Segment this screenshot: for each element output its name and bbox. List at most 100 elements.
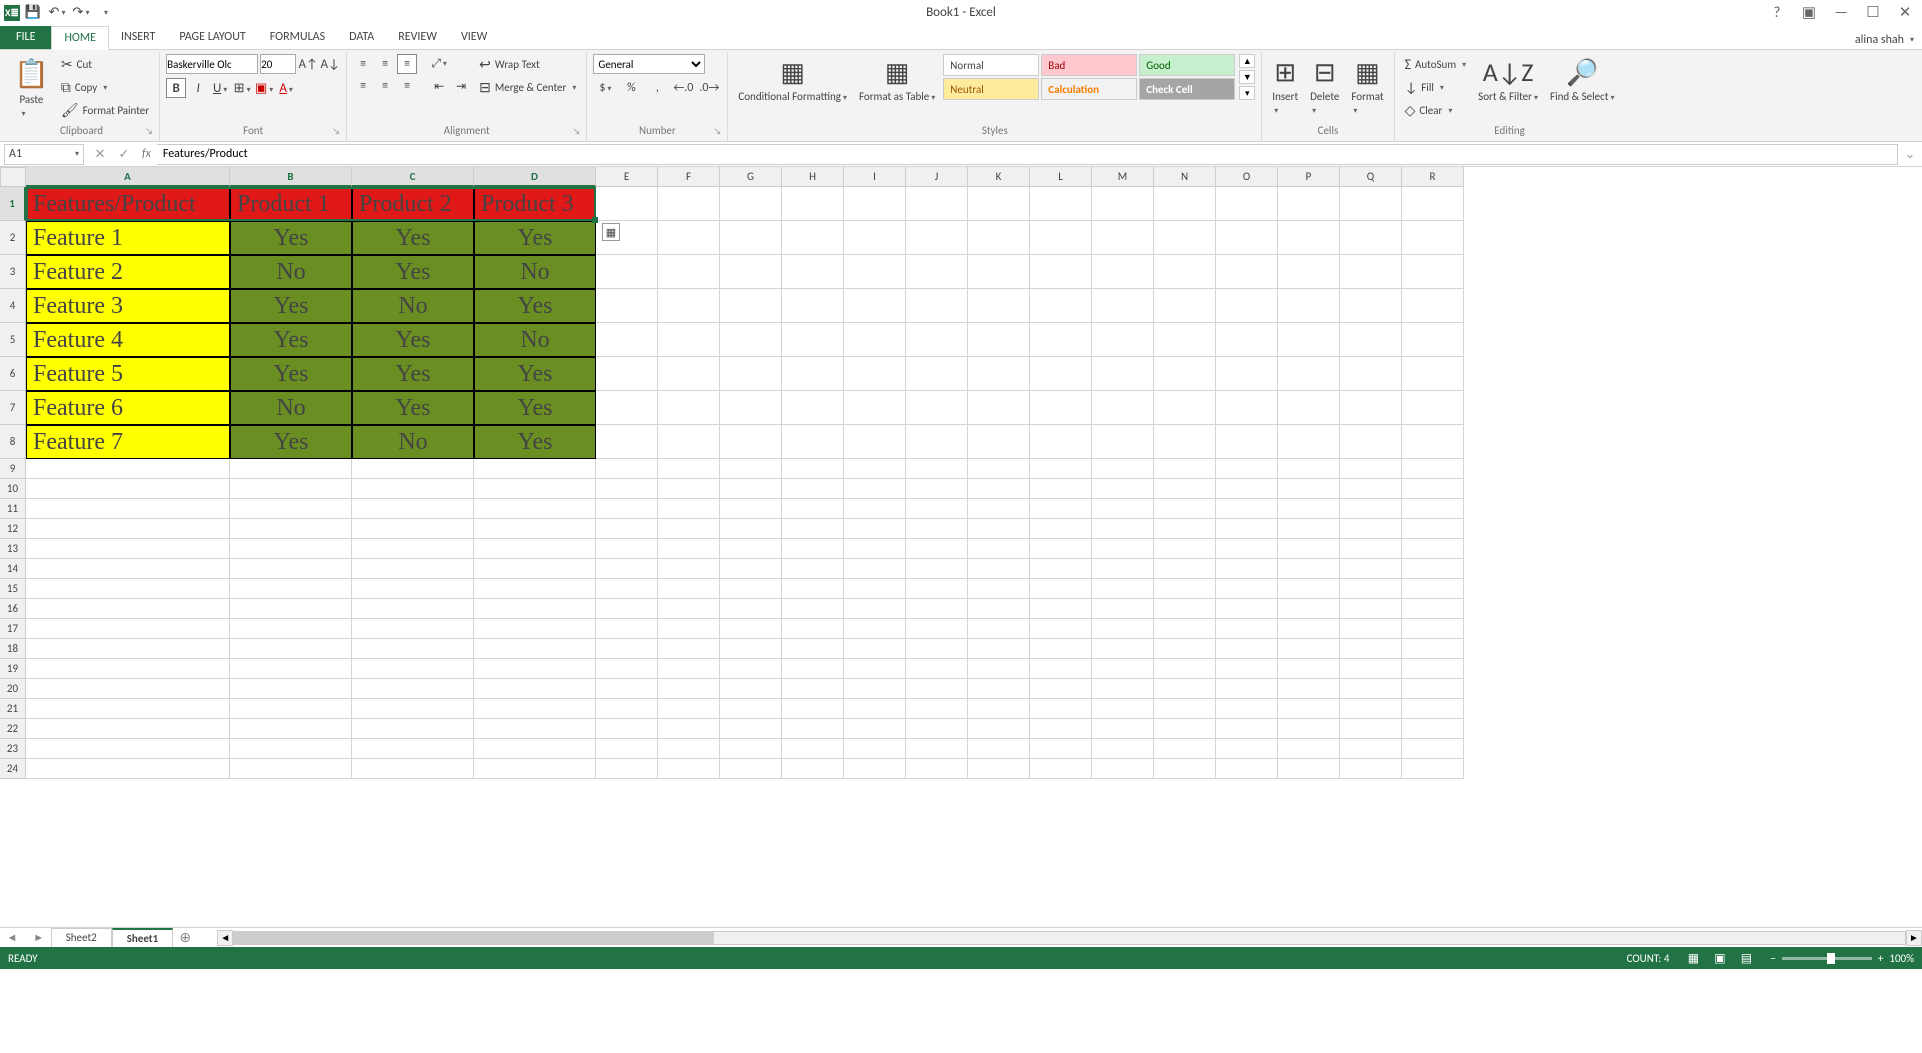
cell-B16[interactable] [230, 599, 352, 619]
col-header-P[interactable]: P [1278, 167, 1340, 187]
cell-B2[interactable]: Yes [230, 221, 352, 255]
cell-I14[interactable] [844, 559, 906, 579]
cell-J14[interactable] [906, 559, 968, 579]
formula-input[interactable] [157, 144, 1898, 165]
cell-N12[interactable] [1154, 519, 1216, 539]
cell-P13[interactable] [1278, 539, 1340, 559]
cell-A21[interactable] [26, 699, 230, 719]
row-header-3[interactable]: 3 [0, 255, 26, 289]
cell-Q6[interactable] [1340, 357, 1402, 391]
cell-A14[interactable] [26, 559, 230, 579]
clipboard-dialog-icon[interactable]: ↘ [145, 126, 153, 137]
increase-indent-button[interactable]: ⇥ [451, 76, 471, 96]
cell-F5[interactable] [658, 323, 720, 357]
col-header-O[interactable]: O [1216, 167, 1278, 187]
cell-C2[interactable]: Yes [352, 221, 474, 255]
cell-style-calculation[interactable]: Calculation [1041, 78, 1137, 100]
cell-B17[interactable] [230, 619, 352, 639]
cell-Q17[interactable] [1340, 619, 1402, 639]
cell-I3[interactable] [844, 255, 906, 289]
cell-M16[interactable] [1092, 599, 1154, 619]
cell-M2[interactable] [1092, 221, 1154, 255]
cell-I21[interactable] [844, 699, 906, 719]
bold-button[interactable]: B [166, 78, 186, 98]
cell-O12[interactable] [1216, 519, 1278, 539]
cell-P4[interactable] [1278, 289, 1340, 323]
cell-L19[interactable] [1030, 659, 1092, 679]
cell-K3[interactable] [968, 255, 1030, 289]
cell-A13[interactable] [26, 539, 230, 559]
cell-C23[interactable] [352, 739, 474, 759]
cell-L5[interactable] [1030, 323, 1092, 357]
cell-F3[interactable] [658, 255, 720, 289]
cell-C17[interactable] [352, 619, 474, 639]
cell-K20[interactable] [968, 679, 1030, 699]
cell-H1[interactable] [782, 187, 844, 221]
cell-F10[interactable] [658, 479, 720, 499]
cell-A19[interactable] [26, 659, 230, 679]
cell-M9[interactable] [1092, 459, 1154, 479]
cell-O10[interactable] [1216, 479, 1278, 499]
row-header-12[interactable]: 12 [0, 519, 26, 539]
cell-D22[interactable] [474, 719, 596, 739]
number-format-select[interactable]: General [593, 54, 705, 74]
cell-K7[interactable] [968, 391, 1030, 425]
tab-data[interactable]: DATA [337, 26, 386, 49]
cell-D8[interactable]: Yes [474, 425, 596, 459]
cell-G4[interactable] [720, 289, 782, 323]
cell-N5[interactable] [1154, 323, 1216, 357]
cell-P16[interactable] [1278, 599, 1340, 619]
cell-H12[interactable] [782, 519, 844, 539]
cell-M18[interactable] [1092, 639, 1154, 659]
cell-D23[interactable] [474, 739, 596, 759]
cell-D12[interactable] [474, 519, 596, 539]
cell-F17[interactable] [658, 619, 720, 639]
cell-D4[interactable]: Yes [474, 289, 596, 323]
select-all-corner[interactable] [0, 167, 26, 187]
tab-view[interactable]: VIEW [449, 26, 499, 49]
cell-C11[interactable] [352, 499, 474, 519]
cell-K4[interactable] [968, 289, 1030, 323]
cell-R17[interactable] [1402, 619, 1464, 639]
format-painter-button[interactable]: 🖌Format Painter [57, 100, 153, 121]
cell-A22[interactable] [26, 719, 230, 739]
user-account[interactable]: alina shah▾ [1847, 31, 1922, 49]
row-header-8[interactable]: 8 [0, 425, 26, 459]
cell-J20[interactable] [906, 679, 968, 699]
cell-L12[interactable] [1030, 519, 1092, 539]
cell-K13[interactable] [968, 539, 1030, 559]
cell-M8[interactable] [1092, 425, 1154, 459]
align-left-button[interactable]: ≡ [353, 76, 373, 96]
format-cells-button[interactable]: ▦Format▾ [1347, 54, 1387, 118]
cell-J16[interactable] [906, 599, 968, 619]
row-header-17[interactable]: 17 [0, 619, 26, 639]
cell-B20[interactable] [230, 679, 352, 699]
col-header-H[interactable]: H [782, 167, 844, 187]
row-header-16[interactable]: 16 [0, 599, 26, 619]
cell-K10[interactable] [968, 479, 1030, 499]
font-size-input[interactable] [260, 54, 296, 74]
cell-R2[interactable] [1402, 221, 1464, 255]
cell-E18[interactable] [596, 639, 658, 659]
cell-O13[interactable] [1216, 539, 1278, 559]
cell-G19[interactable] [720, 659, 782, 679]
col-header-J[interactable]: J [906, 167, 968, 187]
save-button[interactable]: 💾 [22, 2, 44, 24]
tab-review[interactable]: REVIEW [386, 26, 449, 49]
cell-style-good[interactable]: Good [1139, 54, 1235, 76]
cell-H11[interactable] [782, 499, 844, 519]
cell-G17[interactable] [720, 619, 782, 639]
cell-P9[interactable] [1278, 459, 1340, 479]
zoom-control[interactable]: − + 100% [1770, 952, 1914, 965]
cell-P11[interactable] [1278, 499, 1340, 519]
cell-F1[interactable] [658, 187, 720, 221]
cell-J6[interactable] [906, 357, 968, 391]
align-center-button[interactable]: ≡ [375, 76, 395, 96]
cell-L8[interactable] [1030, 425, 1092, 459]
cell-L23[interactable] [1030, 739, 1092, 759]
cell-B14[interactable] [230, 559, 352, 579]
cell-O11[interactable] [1216, 499, 1278, 519]
cell-N16[interactable] [1154, 599, 1216, 619]
col-header-G[interactable]: G [720, 167, 782, 187]
cell-M15[interactable] [1092, 579, 1154, 599]
